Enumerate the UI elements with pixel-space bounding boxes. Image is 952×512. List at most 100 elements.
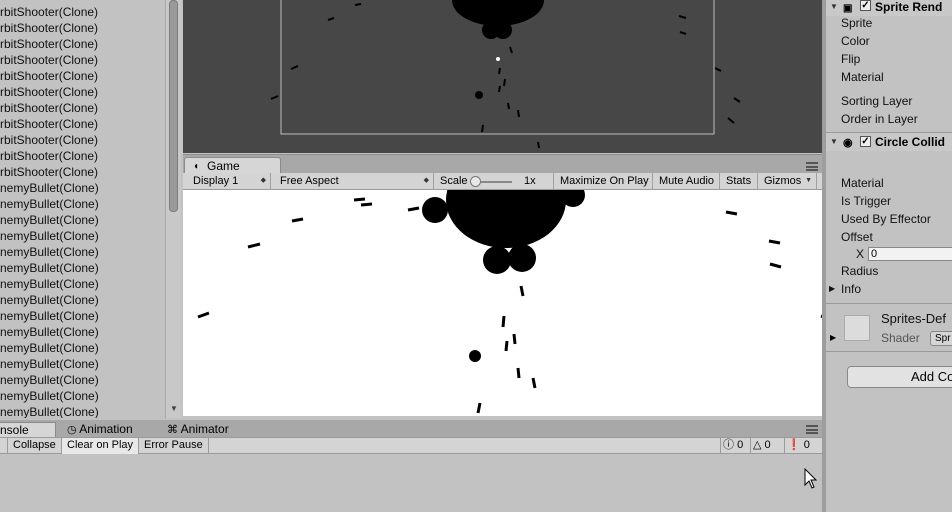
- tab-animation[interactable]: ◷ Animation: [67, 422, 133, 437]
- gizmos-label: Gizmos: [764, 175, 802, 187]
- mute-audio-toggle[interactable]: Mute Audio: [653, 173, 720, 190]
- shader-label: Shader: [881, 331, 920, 345]
- warning-icon: △: [753, 439, 762, 451]
- tab-animator-label: Animator: [180, 422, 229, 436]
- scene-canvas: [270, 0, 741, 149]
- offset-x-input[interactable]: 0: [868, 247, 952, 261]
- hierarchy-item[interactable]: rbitShooter(Clone): [0, 4, 98, 20]
- circle-collider-enabled-checkbox[interactable]: ✓: [860, 136, 871, 147]
- hierarchy-item[interactable]: rbitShooter(Clone): [0, 164, 98, 180]
- hierarchy-item[interactable]: nemyBullet(Clone): [0, 276, 99, 292]
- game-view[interactable]: [183, 190, 822, 416]
- info-foldout[interactable]: ▶ Info: [829, 280, 862, 298]
- foldout-expanded-icon: ▼: [830, 137, 838, 146]
- shader-dropdown[interactable]: Spr: [930, 331, 952, 346]
- offset-x-label: X: [856, 247, 865, 261]
- gizmos-dropdown[interactable]: Gizmos ▼: [758, 173, 817, 190]
- hierarchy-item[interactable]: rbitShooter(Clone): [0, 20, 98, 36]
- error-pause-button[interactable]: Error Pause: [139, 438, 209, 454]
- log-count-toggle[interactable]: ⓘ 0: [720, 438, 750, 454]
- display-dropdown[interactable]: Display 1 ◆: [187, 173, 271, 190]
- error-count: 0: [803, 439, 810, 451]
- panel-menu-icon[interactable]: [806, 162, 818, 171]
- dropdown-arrow-icon: ▼: [805, 177, 812, 184]
- field-offset-label: Offset: [841, 230, 873, 244]
- hierarchy-scroll-thumb[interactable]: [169, 0, 178, 212]
- hierarchy-item[interactable]: nemyBullet(Clone): [0, 388, 99, 404]
- hierarchy-item[interactable]: nemyBullet(Clone): [0, 324, 99, 340]
- player-orb: [475, 91, 483, 99]
- warning-count: 0: [764, 439, 771, 451]
- sprite-renderer-title: Sprite Rend: [875, 0, 943, 14]
- field-sprite-label: Sprite: [841, 16, 873, 30]
- hierarchy-item[interactable]: nemyBullet(Clone): [0, 372, 99, 388]
- hierarchy-item[interactable]: rbitShooter(Clone): [0, 36, 98, 52]
- warning-count-toggle[interactable]: △ 0: [750, 438, 784, 454]
- boss-orb: [508, 244, 536, 272]
- clear-button-edge[interactable]: [0, 438, 8, 454]
- field-radius-label: Radius: [841, 264, 879, 278]
- animator-nodes-icon: ⌘: [167, 424, 178, 436]
- scale-control[interactable]: Scale 1x: [434, 173, 554, 190]
- scene-view[interactable]: [183, 0, 822, 153]
- hierarchy-item[interactable]: nemyBullet(Clone): [0, 340, 99, 356]
- hierarchy-item[interactable]: rbitShooter(Clone): [0, 68, 98, 84]
- hierarchy-item[interactable]: nemyBullet(Clone): [0, 180, 99, 196]
- console-toolbar: Collapse Clear on Play Error Pause ⓘ 0 △…: [0, 437, 822, 454]
- hierarchy-item[interactable]: nemyBullet(Clone): [0, 212, 99, 228]
- maximize-on-play-toggle[interactable]: Maximize On Play: [554, 173, 653, 190]
- console-tab-bar: nsole ◷ Animation ⌘ Animator: [0, 420, 822, 437]
- error-count-toggle[interactable]: ❗ 0: [784, 438, 818, 454]
- scroll-down-arrow-icon[interactable]: ▼: [169, 404, 179, 414]
- boss-orb: [494, 21, 512, 39]
- player-orb: [469, 350, 481, 362]
- boss-body: [452, 0, 544, 26]
- updown-icon: ◆: [260, 177, 266, 184]
- collapse-button[interactable]: Collapse: [8, 438, 62, 454]
- stats-toggle[interactable]: Stats: [720, 173, 758, 190]
- sprite-renderer-enabled-checkbox[interactable]: ✓: [860, 0, 871, 11]
- stats-label: Stats: [726, 175, 752, 187]
- hierarchy-item[interactable]: nemyBullet(Clone): [0, 404, 99, 418]
- scale-label: Scale: [440, 175, 468, 187]
- hierarchy-item[interactable]: rbitShooter(Clone): [0, 148, 98, 164]
- component-separator: [826, 303, 952, 304]
- tab-animator[interactable]: ⌘ Animator: [167, 422, 229, 437]
- maximize-label: Maximize On Play: [560, 175, 649, 187]
- inspector-panel: ▼ ▣ ✓ Sprite Rend Sprite Color Flip Mate…: [826, 0, 952, 512]
- scale-slider-knob[interactable]: [470, 176, 481, 187]
- field-material-label: Material: [841, 176, 884, 190]
- add-component-button[interactable]: Add Co: [847, 366, 952, 388]
- hierarchy-item[interactable]: nemyBullet(Clone): [0, 292, 99, 308]
- field-sorting-layer-label: Sorting Layer: [841, 94, 913, 108]
- tab-console[interactable]: nsole: [0, 422, 56, 437]
- console-log-area[interactable]: [0, 454, 822, 512]
- aspect-value: Free Aspect: [280, 175, 339, 187]
- tab-console-label: nsole: [0, 423, 29, 437]
- hierarchy-item[interactable]: nemyBullet(Clone): [0, 196, 99, 212]
- hierarchy-scrollbar[interactable]: ▼: [165, 0, 181, 418]
- hierarchy-item[interactable]: nemyBullet(Clone): [0, 308, 99, 324]
- hierarchy-item[interactable]: rbitShooter(Clone): [0, 116, 98, 132]
- boss-orb: [422, 197, 448, 223]
- panel-menu-icon[interactable]: [806, 425, 818, 434]
- hierarchy-item[interactable]: rbitShooter(Clone): [0, 132, 98, 148]
- info-label: Info: [841, 282, 862, 296]
- hierarchy-item[interactable]: rbitShooter(Clone): [0, 100, 98, 116]
- hierarchy-item[interactable]: rbitShooter(Clone): [0, 52, 98, 68]
- foldout-expanded-icon: ▼: [830, 2, 838, 11]
- field-color-label: Color: [841, 34, 870, 48]
- hierarchy-item[interactable]: rbitShooter(Clone): [0, 84, 98, 100]
- error-icon: ❗: [787, 439, 801, 451]
- clear-on-play-button[interactable]: Clear on Play: [62, 438, 140, 454]
- hierarchy-item[interactable]: nemyBullet(Clone): [0, 244, 99, 260]
- hierarchy-item[interactable]: nemyBullet(Clone): [0, 260, 99, 276]
- hierarchy-item[interactable]: nemyBullet(Clone): [0, 228, 99, 244]
- tab-game[interactable]: ◖ Game: [184, 157, 281, 174]
- hierarchy-item[interactable]: nemyBullet(Clone): [0, 356, 99, 372]
- foldout-collapsed-icon[interactable]: ▶: [830, 333, 836, 342]
- circle-collider-header[interactable]: ▼ ◉ ✓ Circle Collid: [826, 133, 952, 151]
- foldout-collapsed-icon: ▶: [829, 284, 836, 293]
- tab-animation-label: Animation: [79, 422, 133, 436]
- aspect-dropdown[interactable]: Free Aspect ◆: [274, 173, 434, 190]
